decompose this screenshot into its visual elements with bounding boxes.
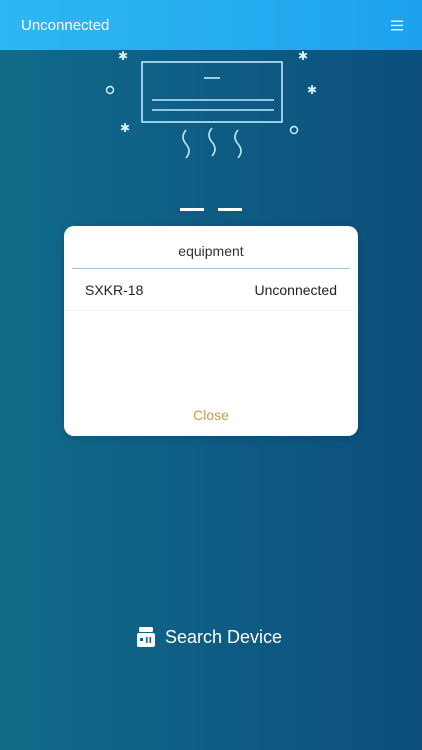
equipment-dialog: equipment SXKR-18 Unconnected Close <box>64 226 358 436</box>
air-conditioner-icon: ✱ ✱ ✱ ✱ <box>105 49 317 159</box>
app-header: Unconnected <box>0 0 422 50</box>
temperature-placeholder <box>180 208 242 211</box>
menu-button[interactable] <box>384 12 410 38</box>
bubble-icon <box>289 125 299 135</box>
bubble-icon <box>105 85 115 95</box>
search-device-button[interactable]: Search Device <box>136 624 282 650</box>
connection-status-title: Unconnected <box>21 16 110 34</box>
snowflake-icon: ✱ <box>120 121 130 135</box>
device-list-item[interactable]: SXKR-18 Unconnected <box>64 269 358 311</box>
search-device-label: Search Device <box>165 626 283 647</box>
dialog-title: equipment <box>178 243 244 259</box>
search-device-icon <box>137 627 155 647</box>
hamburger-menu-icon <box>391 20 403 30</box>
close-button[interactable]: Close <box>64 398 358 432</box>
device-name: SXKR-18 <box>85 281 144 298</box>
snowflake-icon: ✱ <box>118 49 128 63</box>
device-status: Unconnected <box>254 281 337 298</box>
snowflake-icon: ✱ <box>307 83 317 97</box>
snowflake-icon: ✱ <box>298 49 308 63</box>
